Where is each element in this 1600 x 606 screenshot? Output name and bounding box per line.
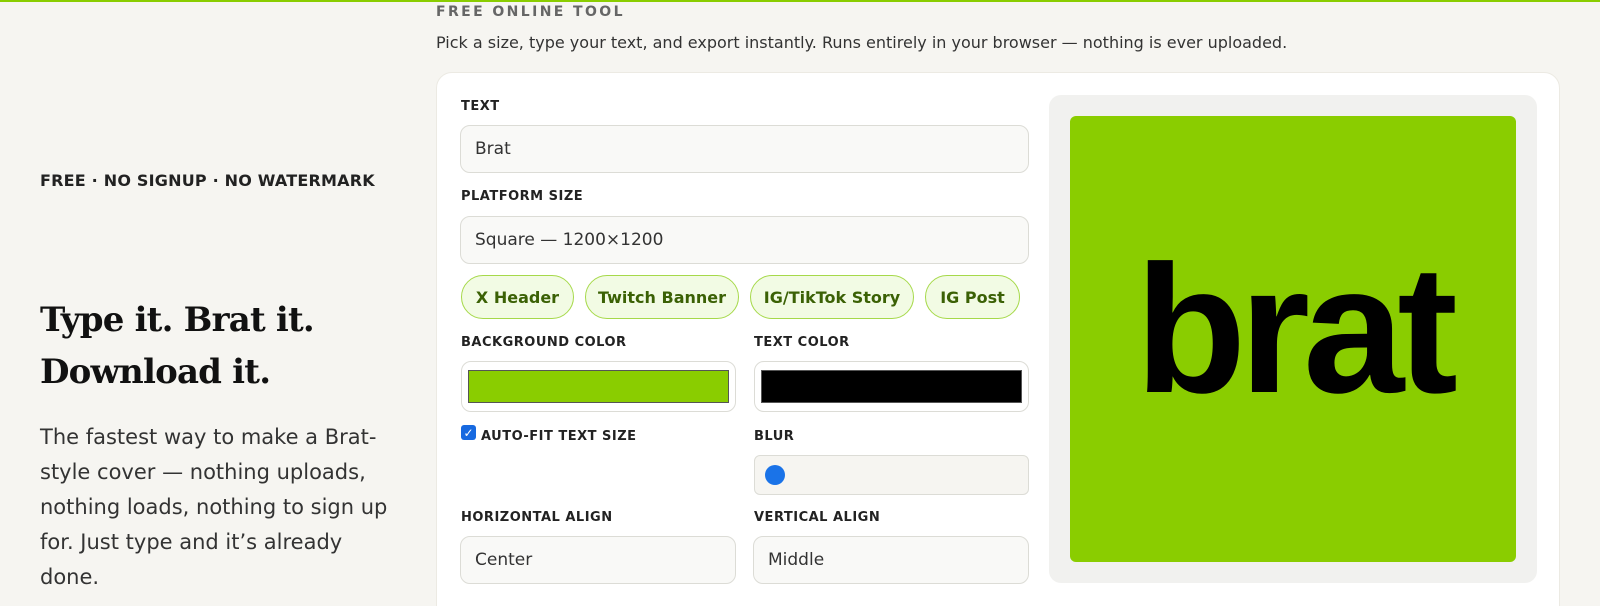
text-color-picker[interactable] bbox=[754, 361, 1029, 412]
hero-eyebrow: FREE · NO SIGNUP · NO WATERMARK bbox=[40, 171, 375, 190]
text-color-label: TEXT COLOR bbox=[754, 335, 850, 350]
preview-frame: brat bbox=[1049, 95, 1537, 583]
preview-text: brat bbox=[1135, 227, 1458, 431]
preset-ig-tiktok-story-button[interactable]: IG/TikTok Story bbox=[750, 275, 914, 319]
blur-slider-thumb[interactable] bbox=[765, 465, 785, 485]
hero-headline: Type it. Brat it. Download it. bbox=[40, 300, 315, 392]
preset-twitch-banner-button[interactable]: Twitch Banner bbox=[585, 275, 739, 319]
preset-x-header-button[interactable]: X Header bbox=[461, 275, 574, 319]
tool-eyebrow: FREE ONLINE TOOL bbox=[436, 4, 625, 20]
hero-lede: The fastest way to make a Brat-style cov… bbox=[40, 425, 388, 589]
text-input[interactable]: Brat bbox=[460, 125, 1029, 173]
text-label: TEXT bbox=[461, 99, 500, 114]
background-color-label: BACKGROUND COLOR bbox=[461, 335, 627, 350]
vertical-align-select[interactable]: Middle bbox=[753, 536, 1029, 584]
background-color-picker[interactable] bbox=[461, 361, 736, 412]
background-color-swatch bbox=[468, 370, 729, 403]
platform-size-select[interactable]: Square — 1200×1200 bbox=[460, 216, 1029, 264]
platform-size-label: PLATFORM SIZE bbox=[461, 189, 584, 204]
accent-top-bar bbox=[0, 0, 1600, 2]
tool-subtitle: Pick a size, type your text, and export … bbox=[436, 33, 1288, 52]
vertical-align-label: VERTICAL ALIGN bbox=[754, 510, 881, 525]
horizontal-align-label: HORIZONTAL ALIGN bbox=[461, 510, 613, 525]
horizontal-align-select[interactable]: Center bbox=[460, 536, 736, 584]
auto-fit-label: AUTO-FIT TEXT SIZE bbox=[481, 429, 637, 444]
check-icon: ✓ bbox=[463, 425, 474, 440]
blur-slider[interactable] bbox=[754, 455, 1029, 495]
auto-fit-checkbox[interactable]: ✓ bbox=[461, 425, 476, 440]
cover-preview: brat bbox=[1070, 116, 1516, 562]
generator-card: TEXT Brat PLATFORM SIZE Square — 1200×12… bbox=[436, 72, 1560, 606]
preset-ig-post-button[interactable]: IG Post bbox=[925, 275, 1020, 319]
blur-label: BLUR bbox=[754, 429, 795, 444]
text-color-swatch bbox=[761, 370, 1022, 403]
